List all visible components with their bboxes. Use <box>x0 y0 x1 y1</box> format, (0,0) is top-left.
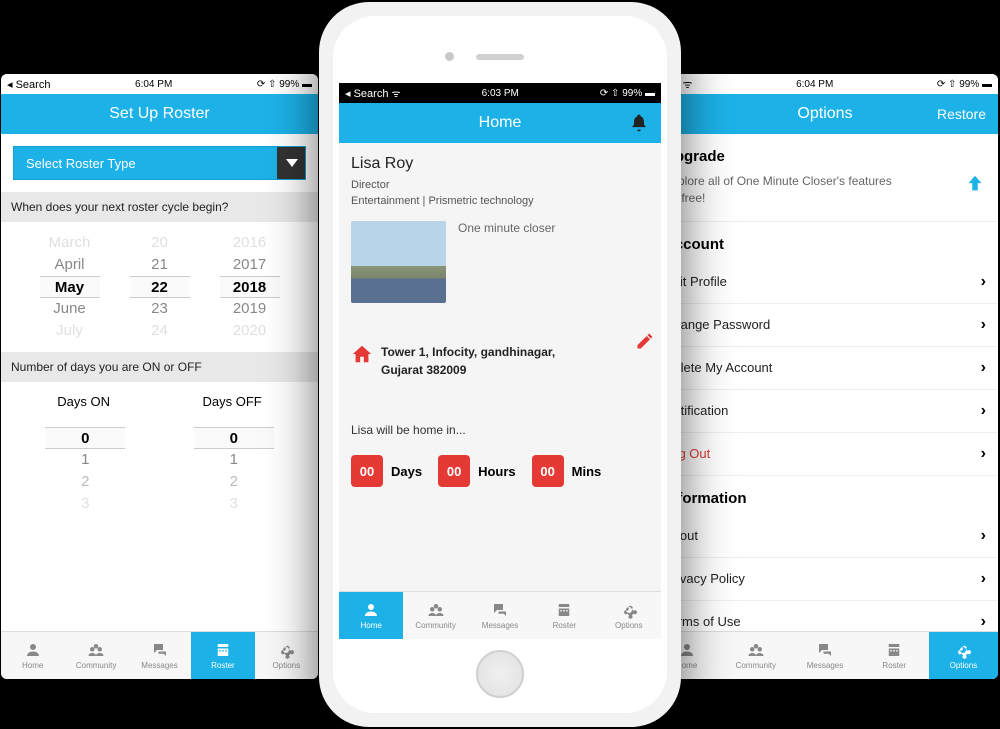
chevron-right-icon: › <box>981 402 986 420</box>
change-password-item[interactable]: Change Password› <box>652 304 998 347</box>
tab-messages[interactable]: Messages <box>790 632 859 679</box>
days-value: 00 <box>351 455 383 487</box>
status-bar: ◂ Search ᯤ 6:03 PM ⟳ ⇧ 99% ▬ <box>339 83 661 103</box>
account-heading: Account <box>652 222 998 261</box>
status-right: ⟳ ⇧ 99% ▬ <box>937 79 992 90</box>
roster-type-label: Select Roster Type <box>26 156 136 171</box>
days-picker[interactable]: 0 1 2 3 0 1 2 3 <box>1 421 318 521</box>
upload-icon <box>964 173 986 195</box>
speaker-slot <box>476 54 524 60</box>
roster-header: Set Up Roster <box>1 94 318 134</box>
logout-item[interactable]: Log Out› <box>652 433 998 476</box>
tab-messages[interactable]: Messages <box>128 632 191 679</box>
home-title: Home <box>479 114 522 132</box>
address-line-2: Gujarat 382009 <box>381 361 555 379</box>
about-item[interactable]: About› <box>652 515 998 558</box>
thumbnail-label: One minute closer <box>458 221 555 235</box>
address-line-1: Tower 1, Infocity, gandhinagar, <box>381 343 555 361</box>
edit-icon[interactable] <box>635 331 655 351</box>
status-time: 6:04 PM <box>796 79 833 90</box>
iphone-home-button[interactable] <box>476 650 524 698</box>
home-header: Home <box>339 103 661 143</box>
year-column[interactable]: 2016 2017 2018 2019 2020 <box>220 232 280 342</box>
roster-title: Set Up Roster <box>109 105 209 123</box>
tab-options[interactable]: Options <box>597 592 661 639</box>
edit-profile-item[interactable]: Edit Profile› <box>652 261 998 304</box>
days-on-column[interactable]: 0 1 2 3 <box>45 427 125 515</box>
status-bar: arch ᯤ 6:04 PM ⟳ ⇧ 99% ▬ <box>652 74 998 94</box>
restore-button[interactable]: Restore <box>937 106 986 122</box>
notification-item[interactable]: Notification› <box>652 390 998 433</box>
location-thumbnail[interactable] <box>351 221 446 303</box>
days-off-column[interactable]: 0 1 2 3 <box>194 427 274 515</box>
bell-icon[interactable] <box>629 113 649 133</box>
status-right: ⟳ ⇧ 99% ▬ <box>600 88 655 99</box>
upgrade-text: Explore all of One Minute Closer's featu… <box>664 173 894 207</box>
delete-account-item[interactable]: Delete My Account› <box>652 347 998 390</box>
chevron-right-icon: › <box>981 273 986 291</box>
tab-roster[interactable]: Roster <box>191 632 254 679</box>
chevron-right-icon: › <box>981 445 986 463</box>
tab-bar: Home Community Messages Roster Options <box>652 631 998 679</box>
status-time: 6:04 PM <box>135 79 172 90</box>
upgrade-row[interactable]: Explore all of One Minute Closer's featu… <box>652 173 998 222</box>
back-to-search[interactable]: ◂ Search <box>345 87 388 100</box>
privacy-policy-item[interactable]: Privacy Policy› <box>652 558 998 601</box>
home-phone-frame: ◂ Search ᯤ 6:03 PM ⟳ ⇧ 99% ▬ Home Lisa R… <box>319 2 681 727</box>
tab-bar: Home Community Messages Roster Options <box>1 631 318 679</box>
chevron-right-icon: › <box>981 613 986 631</box>
tab-options[interactable]: Options <box>255 632 318 679</box>
date-picker[interactable]: March April May June July 20 21 22 23 24… <box>1 222 318 352</box>
mins-label: Mins <box>572 464 602 479</box>
days-label: Days <box>391 464 422 479</box>
roster-phone: ◂ Search 6:04 PM ⟳ ⇧ 99% ▬ Set Up Roster… <box>1 74 318 679</box>
chevron-right-icon: › <box>981 316 986 334</box>
tab-messages[interactable]: Messages <box>468 592 532 639</box>
day-column[interactable]: 20 21 22 23 24 <box>130 232 190 342</box>
countdown: 00 Days 00 Hours 00 Mins <box>351 455 649 487</box>
tab-roster[interactable]: Roster <box>532 592 596 639</box>
options-header: Options Restore <box>652 94 998 134</box>
month-column[interactable]: March April May June July <box>40 232 100 342</box>
status-right: ⟳ ⇧ 99% ▬ <box>257 79 312 90</box>
home-icon <box>351 343 373 365</box>
upgrade-heading: Upgrade <box>652 134 998 173</box>
profile-role: Director <box>351 179 649 191</box>
status-bar: ◂ Search 6:04 PM ⟳ ⇧ 99% ▬ <box>1 74 318 94</box>
days-question: Number of days you are ON or OFF <box>1 352 318 382</box>
tab-bar: Home Community Messages Roster Options <box>339 591 661 639</box>
tab-community[interactable]: Community <box>64 632 127 679</box>
chevron-right-icon: › <box>981 359 986 377</box>
days-off-label: Days OFF <box>203 394 262 409</box>
hours-value: 00 <box>438 455 470 487</box>
roster-type-select[interactable]: Select Roster Type <box>13 146 306 180</box>
countdown-label: Lisa will be home in... <box>351 423 649 437</box>
tab-community[interactable]: Community <box>403 592 467 639</box>
mins-value: 00 <box>532 455 564 487</box>
chevron-right-icon: › <box>981 527 986 545</box>
back-to-search[interactable]: ◂ Search <box>7 78 50 91</box>
camera-dot <box>445 52 454 61</box>
profile-name: Lisa Roy <box>351 155 649 173</box>
tab-home[interactable]: Home <box>339 592 403 639</box>
tab-community[interactable]: Community <box>721 632 790 679</box>
options-title: Options <box>797 105 852 123</box>
tab-roster[interactable]: Roster <box>860 632 929 679</box>
options-phone: arch ᯤ 6:04 PM ⟳ ⇧ 99% ▬ Options Restore… <box>652 74 998 679</box>
information-heading: Information <box>652 476 998 515</box>
tab-options[interactable]: Options <box>929 632 998 679</box>
hours-label: Hours <box>478 464 516 479</box>
profile-company: Entertainment | Prismetric technology <box>351 195 649 207</box>
status-time: 6:03 PM <box>482 88 519 99</box>
home-phone: ◂ Search ᯤ 6:03 PM ⟳ ⇧ 99% ▬ Home Lisa R… <box>339 83 661 639</box>
chevron-right-icon: › <box>981 570 986 588</box>
days-on-label: Days ON <box>57 394 110 409</box>
chevron-down-icon <box>286 159 298 167</box>
tab-home[interactable]: Home <box>1 632 64 679</box>
cycle-question: When does your next roster cycle begin? <box>1 192 318 222</box>
